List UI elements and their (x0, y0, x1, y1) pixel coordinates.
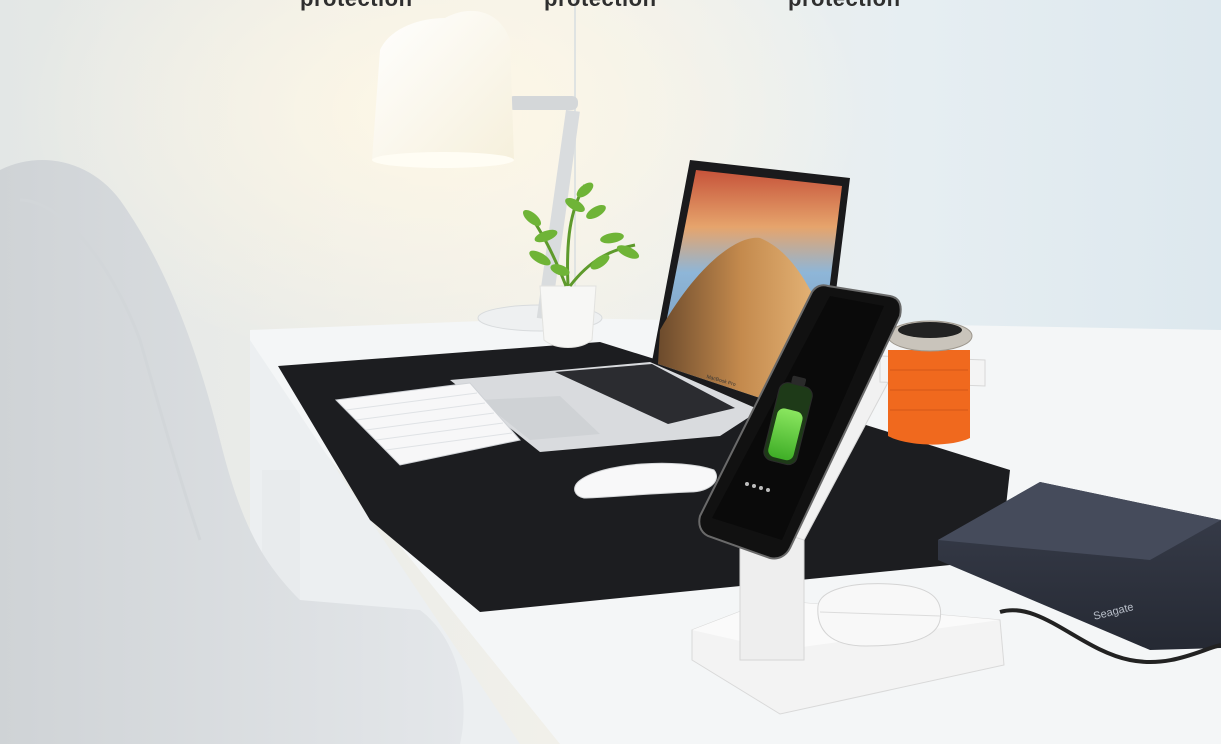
product-photo-scene: protection protection protection Seagate… (0, 0, 1221, 744)
scene-illustration (0, 0, 1221, 744)
caption-text-2: protection (544, 0, 657, 12)
watch-band (888, 350, 970, 445)
smartwatch (887, 320, 973, 445)
earbuds-case (817, 583, 942, 647)
caption-text-1: protection (300, 0, 413, 12)
caption-text-3: protection (788, 0, 901, 12)
